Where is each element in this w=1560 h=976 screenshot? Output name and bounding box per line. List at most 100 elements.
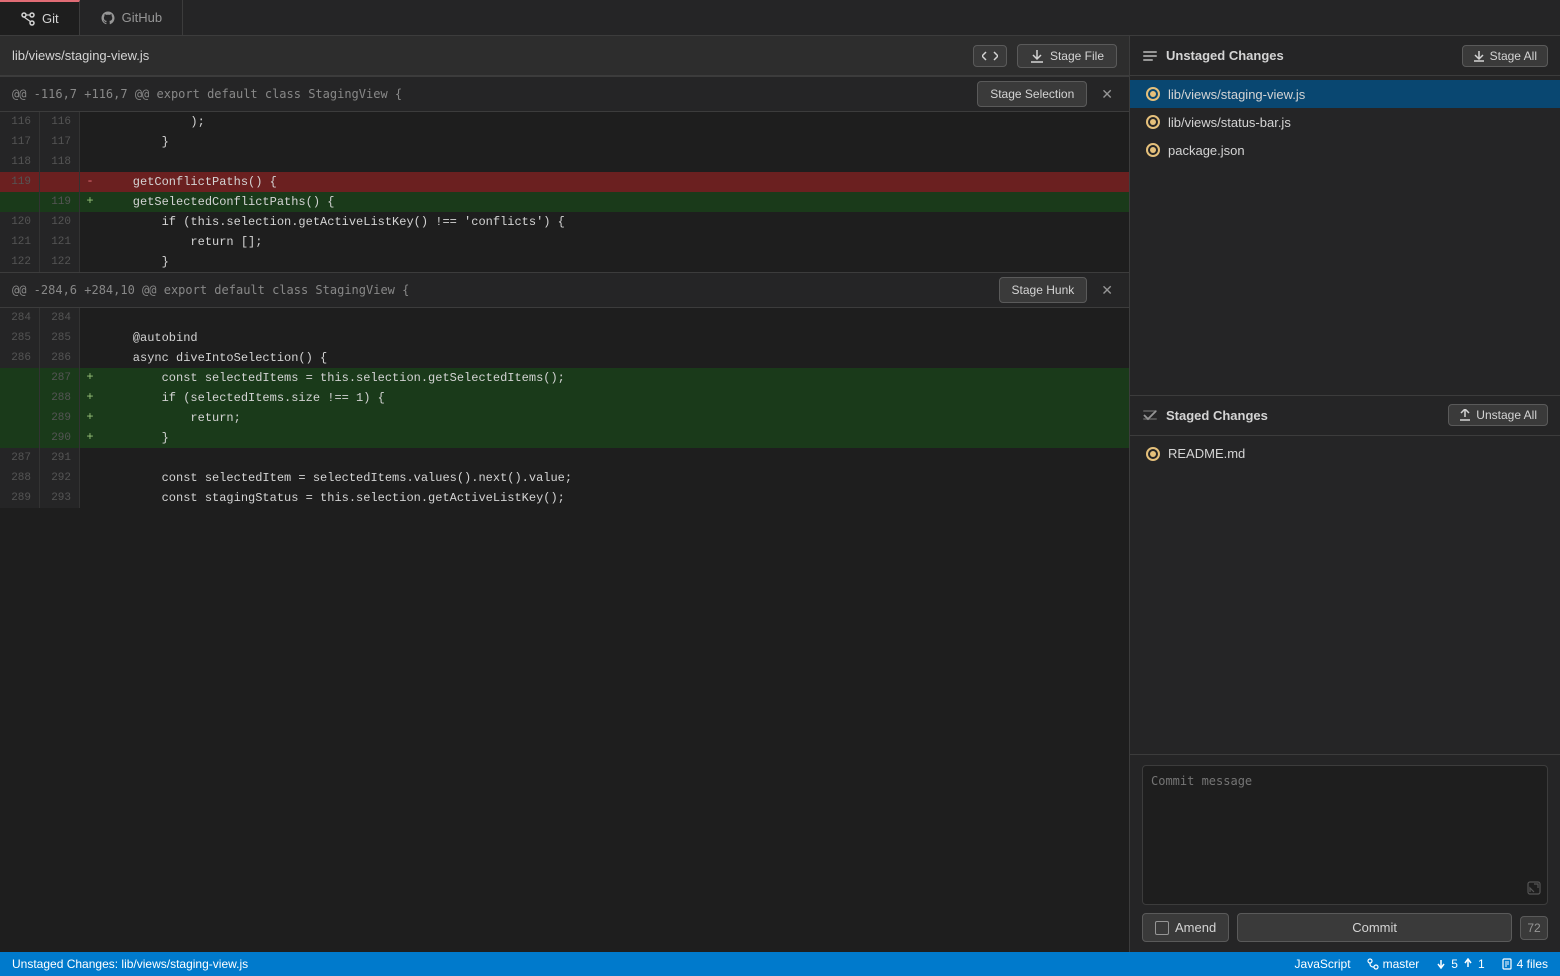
stage-selection-button[interactable]: Stage Selection xyxy=(977,81,1087,107)
diff-line-added: 288 + if (selectedItems.size !== 1) { xyxy=(0,388,1129,408)
stage-file-button[interactable]: Stage File xyxy=(1017,44,1117,68)
diff-line-removed: 119 - getConflictPaths() { xyxy=(0,172,1129,192)
tab-github-label: GitHub xyxy=(122,10,162,25)
files-count-indicator: 4 files xyxy=(1501,957,1548,971)
stage-hunk-button[interactable]: Stage Hunk xyxy=(999,277,1088,303)
unstaged-file-item[interactable]: package.json xyxy=(1130,136,1560,164)
commit-area: Amend Commit 72 xyxy=(1130,754,1560,952)
file-status-dot xyxy=(1146,143,1160,157)
diff-line: 287291 xyxy=(0,448,1129,468)
staged-file-item[interactable]: README.md xyxy=(1130,440,1560,468)
main-layout: lib/views/staging-view.js Stage File xyxy=(0,36,1560,952)
code-icon xyxy=(982,50,998,62)
hunk2-header: @@ -284,6 +284,10 @@ export default clas… xyxy=(0,272,1129,308)
diff-line: 286286 async diveIntoSelection() { xyxy=(0,348,1129,368)
file-name: lib/views/staging-view.js xyxy=(1168,87,1305,102)
staged-icon xyxy=(1142,407,1158,423)
hunk1-delete-button[interactable]: ✕ xyxy=(1093,82,1121,107)
unstaged-section: Unstaged Changes Stage All lib/views/sta… xyxy=(1130,36,1560,395)
down-count: 5 xyxy=(1451,957,1458,971)
stage-all-icon xyxy=(1473,50,1485,62)
expand-icon xyxy=(1527,881,1541,898)
file-name: README.md xyxy=(1168,446,1245,461)
top-tabs: Git GitHub xyxy=(0,0,1560,36)
branch-indicator[interactable]: master xyxy=(1367,957,1420,971)
unstaged-section-title: Unstaged Changes xyxy=(1166,48,1454,63)
hunk1-lines: 116116 ); 117117 } 118118 119 xyxy=(0,112,1129,272)
branch-icon xyxy=(1367,958,1379,970)
diff-line: 288292 const selectedItem = selectedItem… xyxy=(0,468,1129,488)
hunk2-header-text: @@ -284,6 +284,10 @@ export default clas… xyxy=(0,283,999,297)
commit-label: Commit xyxy=(1352,920,1397,935)
view-source-button[interactable] xyxy=(973,45,1007,67)
diff-line: 122122 } xyxy=(0,252,1129,272)
amend-label: Amend xyxy=(1175,920,1216,935)
diff-line: 117117 } xyxy=(0,132,1129,152)
file-status-dot xyxy=(1146,87,1160,101)
diff-content[interactable]: @@ -116,7 +116,7 @@ export default class… xyxy=(0,76,1129,952)
commit-count: 72 xyxy=(1520,916,1548,940)
unstage-all-button[interactable]: Unstage All xyxy=(1448,404,1548,426)
hunk1-header-text: @@ -116,7 +116,7 @@ export default class… xyxy=(0,87,977,101)
diff-line: 285285 @autobind xyxy=(0,328,1129,348)
file-header: lib/views/staging-view.js Stage File xyxy=(0,36,1129,76)
commit-button[interactable]: Commit xyxy=(1237,913,1512,942)
unstaged-file-item[interactable]: lib/views/status-bar.js xyxy=(1130,108,1560,136)
staged-section-header: Staged Changes Unstage All xyxy=(1130,396,1560,436)
tab-github[interactable]: GitHub xyxy=(80,0,183,35)
git-icon xyxy=(20,11,36,27)
unstaged-icon xyxy=(1142,48,1158,64)
unstaged-file-item[interactable]: lib/views/staging-view.js xyxy=(1130,80,1560,108)
diff-line-added: 287 + const selectedItems = this.selecti… xyxy=(0,368,1129,388)
stage-file-label: Stage File xyxy=(1050,49,1104,63)
down-arrow-icon xyxy=(1435,958,1447,970)
file-status-dot xyxy=(1146,115,1160,129)
amend-checkbox[interactable] xyxy=(1155,921,1169,935)
diff-line: 284284 xyxy=(0,308,1129,328)
staged-section: Staged Changes Unstage All README.md xyxy=(1130,396,1560,755)
status-bar-left-text: Unstaged Changes: lib/views/staging-view… xyxy=(12,957,1279,971)
status-bar-right: JavaScript master 5 1 xyxy=(1295,957,1548,971)
file-name: lib/views/status-bar.js xyxy=(1168,115,1291,130)
diff-line: 118118 xyxy=(0,152,1129,172)
download-icon xyxy=(1030,49,1044,63)
staged-file-list: README.md xyxy=(1130,436,1560,472)
diff-line: 289293 const stagingStatus = this.select… xyxy=(0,488,1129,508)
file-name: package.json xyxy=(1168,143,1245,158)
files-count: 4 files xyxy=(1517,957,1548,971)
file-status-dot xyxy=(1146,447,1160,461)
language-indicator[interactable]: JavaScript xyxy=(1295,957,1351,971)
commit-actions: Amend Commit 72 xyxy=(1142,913,1548,942)
unstaged-file-list: lib/views/staging-view.js lib/views/stat… xyxy=(1130,76,1560,168)
commit-message-input[interactable] xyxy=(1151,774,1539,884)
files-icon xyxy=(1501,958,1513,970)
unstaged-section-header: Unstaged Changes Stage All xyxy=(1130,36,1560,76)
file-path: lib/views/staging-view.js xyxy=(12,48,963,63)
stage-selection-label: Stage Selection xyxy=(990,87,1074,101)
staged-section-title: Staged Changes xyxy=(1166,408,1440,423)
stage-all-label: Stage All xyxy=(1490,49,1537,63)
diff-panel: lib/views/staging-view.js Stage File xyxy=(0,36,1130,952)
hunk1-header: @@ -116,7 +116,7 @@ export default class… xyxy=(0,76,1129,112)
stage-all-button[interactable]: Stage All xyxy=(1462,45,1548,67)
stage-hunk-label: Stage Hunk xyxy=(1012,283,1075,297)
diff-line: 116116 ); xyxy=(0,112,1129,132)
unstage-all-icon xyxy=(1459,409,1471,421)
up-count: 1 xyxy=(1478,957,1485,971)
github-icon xyxy=(100,10,116,26)
diff-line-added: 119 + getSelectedConflictPaths() { xyxy=(0,192,1129,212)
tab-git[interactable]: Git xyxy=(0,0,80,35)
up-arrow-icon xyxy=(1462,958,1474,970)
tab-git-label: Git xyxy=(42,11,59,26)
commit-message-container xyxy=(1142,765,1548,905)
status-bar: Unstaged Changes: lib/views/staging-view… xyxy=(0,952,1560,976)
right-panel: Unstaged Changes Stage All lib/views/sta… xyxy=(1130,36,1560,952)
branch-name: master xyxy=(1383,957,1420,971)
hunk2-delete-button[interactable]: ✕ xyxy=(1093,278,1121,303)
diff-line-added: 290 + } xyxy=(0,428,1129,448)
sync-indicator[interactable]: 5 1 xyxy=(1435,957,1484,971)
amend-button[interactable]: Amend xyxy=(1142,913,1229,942)
unstage-all-label: Unstage All xyxy=(1476,408,1537,422)
diff-line: 120120 if (this.selection.getActiveListK… xyxy=(0,212,1129,232)
hunk2-lines: 284284 285285 @autobind 286286 async div… xyxy=(0,308,1129,508)
